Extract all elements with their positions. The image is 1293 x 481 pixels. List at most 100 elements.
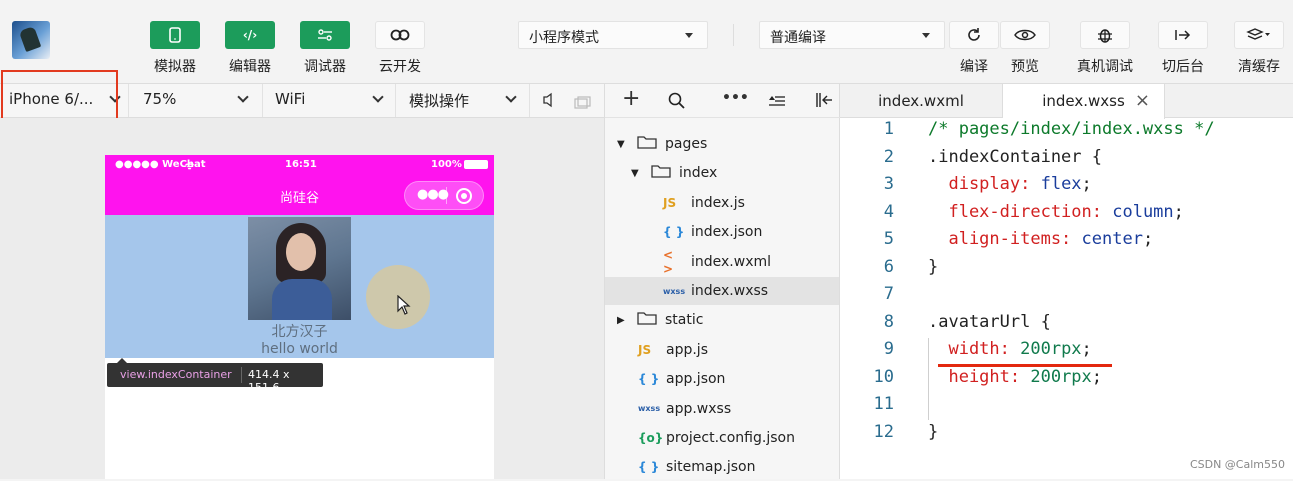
code-text: height: 200rpx; (928, 367, 1102, 387)
code-editor: index.wxml index.wxss × 1/* pages/index/… (840, 84, 1293, 479)
clear-cache-button[interactable]: 清缓存 (1234, 21, 1284, 79)
code-token: .indexContainer { (928, 147, 1102, 167)
code-text: width: 200rpx; (928, 339, 1092, 359)
tree-file[interactable]: JSapp.js (605, 336, 839, 364)
js-file-icon: JS (663, 196, 685, 210)
file-explorer: + ••• ▼ pages ▼index JS index.js { }index.jso… (604, 84, 840, 479)
add-icon[interactable]: + (622, 86, 640, 111)
toolbar-divider (733, 24, 734, 46)
editor-label: 编辑器 (229, 56, 271, 76)
mode-select[interactable]: 小程序模式 (518, 21, 708, 49)
hide-panel-icon[interactable] (815, 92, 833, 112)
operation-select[interactable]: 模拟操作 (396, 84, 530, 117)
tree-folder[interactable]: ▶ static (605, 306, 839, 334)
background-button[interactable]: 切后台 (1158, 21, 1208, 79)
tree-file[interactable]: { }app.json (605, 365, 839, 393)
tree-file[interactable]: {o}project.config.json (605, 424, 839, 452)
close-circle-icon[interactable] (456, 188, 472, 204)
zoom-select[interactable]: 75% (129, 84, 263, 117)
compile-label: 编译 (960, 56, 988, 76)
editor-button[interactable]: ‹/› 编辑器 (225, 21, 275, 79)
code-token: 200rpx (1020, 339, 1081, 359)
close-icon[interactable]: × (1135, 90, 1150, 111)
code-line[interactable]: 2 .indexContainer { (840, 147, 1293, 174)
window-icon[interactable] (574, 94, 592, 113)
tree-item-label: sitemap.json (666, 459, 755, 475)
battery-icon (464, 160, 488, 169)
code-line[interactable]: 1/* pages/index/index.wxss */ (840, 119, 1293, 146)
collapse-all-icon[interactable] (768, 93, 786, 112)
more-icon[interactable]: ••• (722, 90, 749, 106)
compile-button[interactable]: 编译 (949, 21, 999, 79)
code-line[interactable]: 8.avatarUrl { (840, 312, 1293, 339)
code-token: height: (928, 367, 1030, 387)
eye-icon (1000, 21, 1050, 49)
switch-back-icon (1158, 21, 1208, 49)
tree-file[interactable]: { }index.json (605, 218, 839, 246)
network-select[interactable]: WiFi (263, 84, 396, 117)
debugger-button[interactable]: 调试器 (300, 21, 350, 79)
tree-file[interactable]: < >index.wxml (605, 248, 839, 276)
code-line[interactable]: 4 flex-direction: column; (840, 202, 1293, 229)
collapsed-arrow-icon[interactable]: ▶ (617, 315, 631, 326)
code-line[interactable]: 9 width: 200rpx; (840, 339, 1293, 366)
code-line[interactable]: 10 height: 200rpx; (840, 367, 1293, 394)
phone-nav-bar: 尚硅谷 ●●● (105, 175, 494, 215)
compile-select[interactable]: 普通编译 (759, 21, 945, 49)
simulator-button[interactable]: 模拟器 (150, 21, 200, 79)
line-number: 5 (854, 229, 894, 249)
tree-item-label: project.config.json (666, 430, 795, 446)
simulator-toolbar: iPhone 6/... 75% WiFi 模拟操作 (0, 84, 604, 118)
refresh-icon (949, 21, 999, 49)
expanded-arrow-icon[interactable]: ▼ (617, 139, 631, 150)
tree-file[interactable]: wxssapp.wxss (605, 395, 839, 423)
code-line[interactable]: 3 display: flex; (840, 174, 1293, 201)
explorer-toolbar: + ••• (605, 84, 841, 118)
json-file-icon: { } (663, 225, 685, 239)
tree-item-label: pages (665, 136, 707, 152)
avatar-image[interactable] (248, 217, 351, 320)
tree-item-label: static (665, 312, 703, 328)
capsule-menu[interactable]: ●●● (404, 181, 484, 210)
tree-file[interactable]: wxssindex.wxss (605, 277, 839, 305)
cloud-icon (375, 21, 425, 49)
user-avatar[interactable] (12, 21, 50, 59)
code-line[interactable]: 7 (840, 284, 1293, 311)
code-token: align-items: (928, 229, 1082, 249)
tree-item-label: app.json (666, 371, 725, 387)
tree-item-label: index.wxss (691, 283, 768, 299)
code-line[interactable]: 5 align-items: center; (840, 229, 1293, 256)
indent-guide (928, 338, 929, 420)
code-line[interactable]: 11 (840, 394, 1293, 421)
preview-button[interactable]: 预览 (1000, 21, 1050, 79)
more-dots-icon[interactable]: ●●● (417, 187, 448, 202)
tree-item-label: app.js (666, 342, 708, 358)
tree-file[interactable]: JS index.js (605, 189, 839, 217)
device-select[interactable]: iPhone 6/... (0, 84, 129, 117)
tree-folder[interactable]: ▼ pages (605, 130, 839, 158)
tree-item-label: index.js (691, 195, 745, 211)
caret-down-icon (685, 33, 693, 38)
speaker-icon[interactable] (542, 92, 556, 112)
cloud-dev-button[interactable]: 云开发 (375, 21, 425, 79)
remote-debug-button[interactable]: 真机调试 (1075, 21, 1135, 79)
line-number: 6 (854, 257, 894, 277)
code-line[interactable]: 6} (840, 257, 1293, 284)
preview-label: 预览 (1011, 56, 1039, 76)
compile-select-value: 普通编译 (770, 30, 826, 46)
code-token: column (1112, 202, 1173, 222)
simulator-label: 模拟器 (154, 56, 196, 76)
code-line[interactable]: 12} (840, 422, 1293, 449)
line-number: 2 (854, 147, 894, 167)
search-icon[interactable] (668, 92, 686, 114)
tree-item-label: index.wxml (691, 254, 771, 270)
tree-file[interactable]: { }sitemap.json (605, 453, 839, 481)
expanded-arrow-icon[interactable]: ▼ (631, 168, 645, 179)
tab-index-wxss[interactable]: index.wxss × (1003, 84, 1165, 119)
network-select-value: WiFi (275, 90, 305, 108)
code-token: center (1082, 229, 1143, 249)
tree-folder[interactable]: ▼index (605, 159, 839, 187)
folder-icon (637, 311, 657, 329)
element-inspector-tooltip: view.indexContainer 414.4 x 151.6 (107, 363, 323, 387)
tab-index-wxml[interactable]: index.wxml (840, 84, 1003, 118)
